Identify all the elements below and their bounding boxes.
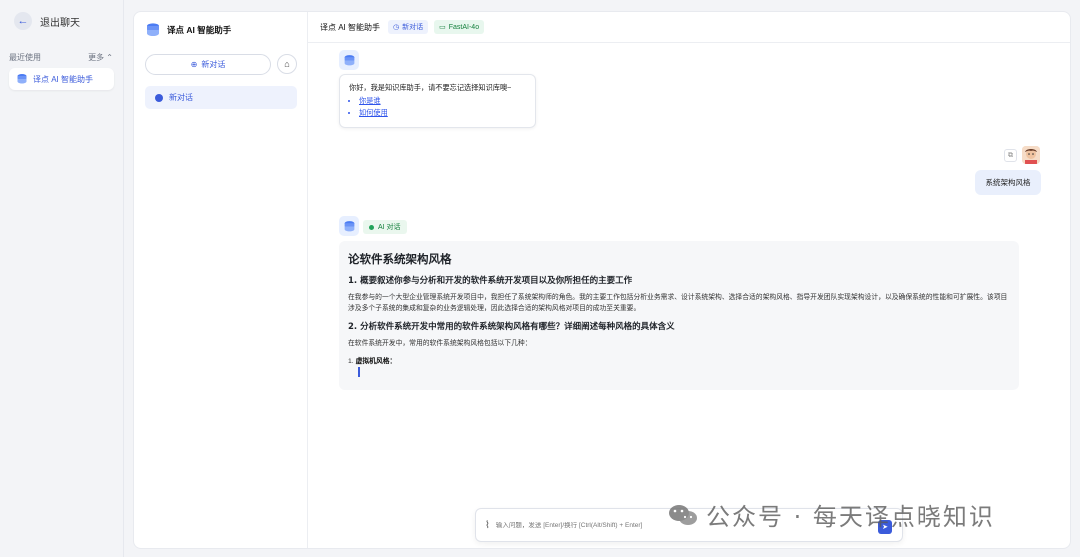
- chat-bubble-icon: [155, 93, 163, 102]
- quick-question-link[interactable]: 你是谁: [359, 96, 526, 106]
- ai-chat-tag-label: AI 对话: [378, 224, 401, 231]
- database-icon: [147, 23, 159, 36]
- list-number: 1.: [348, 358, 354, 365]
- home-icon: ⌂: [284, 59, 290, 69]
- history-item-label: 新对话: [169, 93, 193, 102]
- model-tag: ▭ FastAI-4o: [434, 20, 485, 34]
- answer-title: 论软件系统架构风格: [348, 252, 452, 266]
- recent-header: 最近使用 更多 ⌃: [9, 52, 113, 63]
- chat-title: 译点 AI 智能助手: [320, 22, 381, 32]
- watermark: 公众号 · 每天译点晓知识: [668, 497, 995, 532]
- database-icon: [17, 74, 27, 84]
- watermark-text: 公众号 · 每天译点晓知识: [706, 503, 995, 531]
- user-message-text: 系统架构风格: [985, 178, 1031, 187]
- exit-chat-button[interactable]: ← 退出聊天: [14, 12, 80, 30]
- wechat-icon: [669, 504, 697, 525]
- copy-button[interactable]: ⧉: [1004, 149, 1017, 162]
- user-avatar: [1022, 146, 1040, 164]
- model-tag-label: FastAI-4o: [448, 23, 480, 31]
- database-icon: [344, 220, 354, 231]
- recent-app-label: 译点 AI 智能助手: [33, 74, 94, 84]
- bot-avatar: [339, 216, 359, 236]
- welcome-bubble: 你好，我是知识库助手，请不要忘记选择知识库噢~ 你是谁 如何使用: [339, 74, 536, 128]
- ai-chat-tag: AI 对话: [363, 220, 407, 234]
- bot-avatar: [339, 50, 359, 70]
- new-chat-button[interactable]: ⊕ 新对话: [145, 54, 271, 75]
- chat-topbar: 译点 AI 智能助手 ◷ 新对话 ▭ FastAI-4o: [308, 12, 1070, 43]
- exit-chat-label: 退出聊天: [40, 17, 80, 29]
- arrow-left-icon: ←: [14, 12, 32, 30]
- clock-icon: ◷: [393, 24, 400, 31]
- chat-area: 译点 AI 智能助手 ◷ 新对话 ▭ FastAI-4o 你好，我是知识库助手，…: [308, 12, 1070, 548]
- list-item-text: 虚拟机风格：: [355, 358, 397, 365]
- answer-heading-1: 1. 概要叙述你参与分析和开发的软件系统开发项目以及你所担任的主要工作: [348, 276, 633, 286]
- quick-question-link[interactable]: 如何使用: [359, 108, 526, 118]
- plus-circle-icon: ⊕: [190, 60, 198, 69]
- user-avatar-image: [1022, 146, 1040, 164]
- new-chat-label: 新对话: [201, 60, 226, 69]
- welcome-text: 你好，我是知识库助手，请不要忘记选择知识库噢~: [349, 83, 512, 92]
- status-dot-icon: [369, 224, 374, 230]
- chat-sidebar: 译点 AI 智能助手 ⊕ 新对话 ⌂ 新对话: [134, 12, 308, 548]
- paperclip-icon[interactable]: ⌇: [485, 520, 490, 531]
- main-card: 译点 AI 智能助手 ⊕ 新对话 ⌂ 新对话 译点 AI 智能助手 ◷ 新对话 …: [133, 11, 1071, 549]
- new-chat-tag-label: 新对话: [402, 24, 424, 31]
- user-message-bubble: 系统架构风格: [975, 170, 1041, 195]
- typing-cursor: [358, 367, 360, 377]
- brand: 译点 AI 智能助手: [145, 22, 231, 38]
- home-button[interactable]: ⌂: [277, 54, 297, 74]
- brand-name: 译点 AI 智能助手: [167, 25, 232, 35]
- answer-heading-2: 2. 分析软件系统开发中常用的软件系统架构风格有哪些？详细阐述每种风格的具体含义: [348, 322, 675, 332]
- more-button[interactable]: 更多 ⌃: [88, 52, 113, 63]
- welcome-links: 你是谁 如何使用: [349, 96, 526, 118]
- left-rail: ← 退出聊天 最近使用 更多 ⌃ 译点 AI 智能助手: [0, 0, 124, 557]
- answer-list-item: 1. 虚拟机风格：: [348, 355, 1010, 365]
- recent-label: 最近使用: [9, 53, 41, 62]
- model-icon: ▭: [439, 24, 446, 31]
- recent-app-item[interactable]: 译点 AI 智能助手: [9, 68, 114, 90]
- history-item[interactable]: 新对话: [145, 86, 297, 109]
- new-chat-tag: ◷ 新对话: [388, 20, 429, 34]
- ai-answer-bubble: 论软件系统架构风格 1. 概要叙述你参与分析和开发的软件系统开发项目以及你所担任…: [339, 241, 1019, 390]
- answer-paragraph-1: 在我参与的一个大型企业管理系统开发项目中，我担任了系统架构师的角色。我的主要工作…: [348, 294, 1008, 312]
- database-icon: [344, 54, 354, 65]
- copy-icon: ⧉: [1008, 151, 1013, 159]
- answer-paragraph-2: 在软件系统开发中，常用的软件系统架构风格包括以下几种：: [348, 340, 532, 347]
